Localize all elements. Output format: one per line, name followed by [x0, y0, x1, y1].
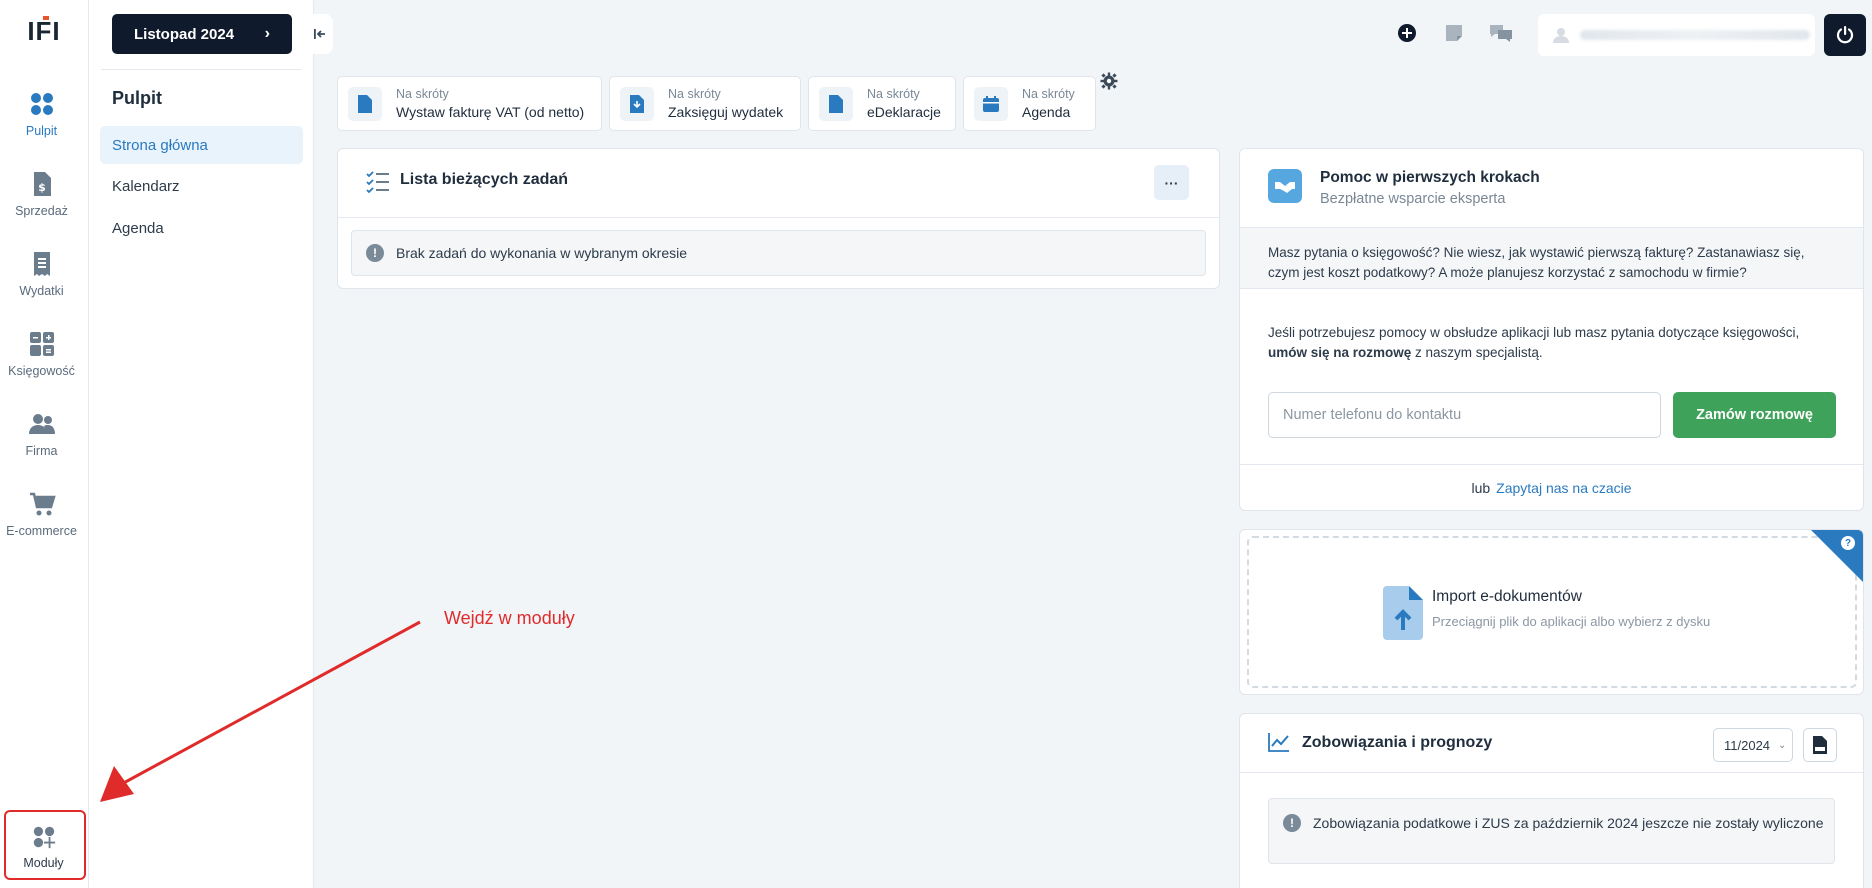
rail-item-pulpit[interactable]: Pulpit [0, 90, 83, 138]
obligations-card: Zobowiązania i prognozy 11/2024 ⌄ ! Zobow… [1239, 713, 1864, 888]
logout-button[interactable] [1824, 14, 1866, 56]
help-card: Pomoc w pierwszych krokach Bezpłatne wsp… [1239, 148, 1864, 511]
secondary-sidebar: Listopad 2024 › Pulpit Strona główna Kal… [89, 0, 314, 888]
help-chat-row: lub Zapytaj nas na czacie [1471, 480, 1632, 496]
pdf-icon [1813, 736, 1827, 754]
shortcut-edeklaracje[interactable]: Na skróty eDeklaracje [808, 76, 956, 131]
period-selector-button[interactable]: Listopad 2024 › [112, 14, 292, 54]
import-card[interactable]: ? Import e-dokumentów Przeciągnij plik d… [1239, 529, 1864, 695]
help-corner [1811, 530, 1863, 582]
rail-label: Wydatki [19, 284, 64, 298]
file-upload-icon [1383, 586, 1423, 640]
rail-label: Moduły [23, 856, 64, 870]
period-label: Listopad 2024 [134, 25, 235, 43]
gear-icon[interactable] [1100, 72, 1118, 90]
calculator-icon [29, 332, 54, 356]
obligations-title: Zobowiązania i prognozy [1302, 734, 1493, 751]
rail-item-moduly[interactable]: Moduły [2, 824, 85, 870]
sidebar-item-strona-glowna[interactable]: Strona główna [100, 126, 303, 164]
help-title: Pomoc w pierwszych krokach [1320, 169, 1540, 186]
help-subtitle: Bezpłatne wsparcie eksperta [1320, 191, 1506, 207]
info-icon: ! [1283, 814, 1301, 832]
help-intro-text: Masz pytania o księgowość? Nie wiesz, ja… [1240, 227, 1863, 289]
import-title: Import e-dokumentów [1432, 588, 1582, 605]
power-icon [1836, 26, 1854, 44]
obligations-period-select[interactable]: 11/2024 ⌄ [1713, 728, 1793, 762]
shortcut-zaksieguj-wydatek[interactable]: Na skróty Zaksięguj wydatek [609, 76, 801, 131]
sidebar-item-agenda[interactable]: Agenda [100, 209, 303, 247]
modules-icon [33, 826, 55, 849]
chat-link[interactable]: Zapytaj nas na czacie [1496, 480, 1631, 496]
rail-label: Księgowość [8, 364, 75, 378]
rail-label: Pulpit [25, 124, 58, 138]
checklist-icon [366, 171, 389, 194]
tasks-card: Lista bieżących zadań ··· ! Brak zadań d… [337, 148, 1220, 289]
obligations-info-message: ! Zobowiązania podatkowe i ZUS za paździ… [1268, 798, 1835, 864]
rail-item-ksiegowosc[interactable]: Księgowość [0, 330, 83, 378]
shortcut-agenda[interactable]: Na skróty Agenda [963, 76, 1096, 131]
note-icon[interactable] [1443, 22, 1465, 44]
app-logo[interactable]: IFI [24, 16, 64, 52]
chevron-down-icon: ⌄ [1778, 739, 1787, 751]
annotation-text: Wejdź w moduły [444, 608, 575, 628]
collapse-left-icon [314, 29, 325, 39]
section-title: Pulpit [112, 88, 162, 108]
help-description: Jeśli potrzebujesz pomocy w obsłudze apl… [1268, 325, 1800, 360]
rail-item-ecommerce[interactable]: E-commerce [0, 490, 83, 538]
avatar-icon [1553, 28, 1569, 43]
rail-label: Firma [25, 444, 58, 458]
user-account-box[interactable] [1538, 14, 1815, 56]
rail-item-sprzedaz[interactable]: $ Sprzedaż [0, 170, 83, 218]
document-icon [348, 86, 382, 121]
document-icon [819, 86, 853, 121]
order-call-button[interactable]: Zamów rozmowę [1673, 392, 1836, 438]
receipt-icon [33, 252, 50, 276]
chart-line-icon [1268, 733, 1289, 752]
phone-input[interactable] [1268, 392, 1661, 438]
invoice-dollar-icon: $ [33, 172, 51, 196]
main-nav-rail: IFI Pulpit $ Sprzedaż Wydatki Księgowość… [0, 0, 89, 888]
chat-icon[interactable] [1488, 22, 1514, 44]
rail-label: Sprzedaż [15, 204, 68, 218]
dropzone[interactable] [1247, 536, 1857, 688]
svg-text:$: $ [38, 181, 46, 194]
dashboard-icon [30, 93, 53, 115]
pdf-export-button[interactable] [1803, 728, 1837, 762]
logo-accent [43, 16, 49, 20]
rail-item-wydatki[interactable]: Wydatki [0, 250, 83, 298]
divider [338, 217, 1219, 218]
divider [101, 69, 301, 70]
document-download-icon [620, 86, 654, 121]
more-options-button[interactable]: ··· [1154, 165, 1189, 200]
info-icon: ! [366, 244, 384, 262]
add-circle-icon[interactable] [1396, 22, 1418, 44]
tasks-title: Lista bieżących zadań [400, 171, 569, 188]
collapse-sidebar-button[interactable] [307, 14, 333, 54]
divider [1240, 772, 1863, 773]
sidebar-item-kalendarz[interactable]: Kalendarz [100, 167, 303, 205]
rail-item-firma[interactable]: Firma [0, 410, 83, 458]
cart-icon [29, 492, 56, 516]
handshake-icon [1268, 169, 1302, 203]
divider [1240, 464, 1863, 465]
import-subtitle: Przeciągnij plik do aplikacji albo wybie… [1432, 614, 1711, 629]
shortcut-wystaw-fakture[interactable]: Na skróty Wystaw fakturę VAT (od netto) [337, 76, 602, 131]
calendar-icon [974, 86, 1008, 121]
chevron-right-icon: › [264, 25, 270, 42]
user-email-blurred [1580, 30, 1810, 40]
tasks-empty-message: ! Brak zadań do wykonania w wybranym okr… [351, 230, 1206, 276]
rail-label: E-commerce [6, 524, 77, 538]
help-question-icon[interactable]: ? [1841, 536, 1855, 550]
users-icon [28, 414, 55, 434]
